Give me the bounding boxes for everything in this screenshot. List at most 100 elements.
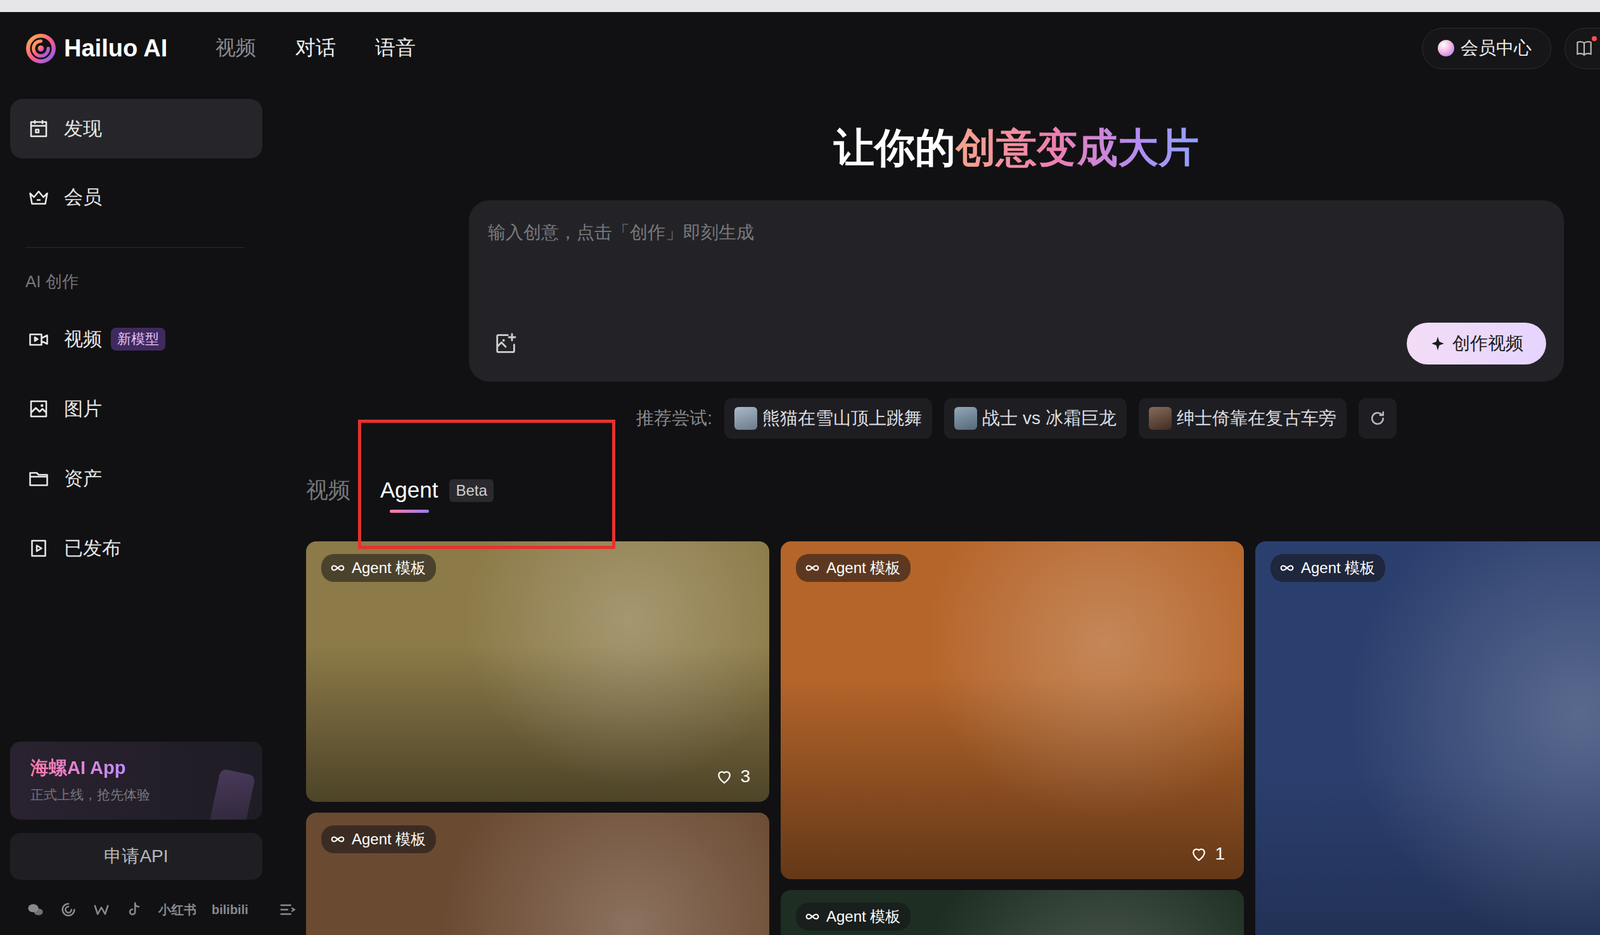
- prompt-box[interactable]: 输入创意，点击「创作」即刻生成创作视频: [468, 200, 1564, 382]
- infinity-icon: [803, 907, 822, 926]
- agent-template-label: Agent 模板: [826, 557, 901, 578]
- sidebar-item-icon: [27, 467, 51, 490]
- heart-icon: [1189, 844, 1209, 864]
- like-number: 1: [1214, 843, 1225, 864]
- gem-icon: [1437, 39, 1455, 57]
- social-text-logo[interactable]: 小红书: [158, 901, 197, 919]
- notification-button[interactable]: [1564, 27, 1600, 70]
- sidebar-item[interactable]: 图片: [10, 378, 263, 439]
- template-card[interactable]: Agent 模板: [306, 812, 770, 935]
- template-card[interactable]: Agent 模板 3: [306, 541, 770, 802]
- suggestion-chip[interactable]: 绅士倚靠在复古车旁: [1138, 397, 1347, 439]
- prompt-toolbar: 创作视频: [487, 322, 1547, 365]
- highlight-annotation: [358, 419, 616, 549]
- sidebar-item[interactable]: 已发布: [10, 518, 263, 578]
- promo-subtitle: 正式上线，抢先体验: [30, 785, 243, 804]
- nav-item[interactable]: 视频: [215, 34, 256, 63]
- suggestion-chip[interactable]: 熊猫在雪山顶上跳舞: [724, 397, 933, 439]
- nav-item[interactable]: 对话: [295, 34, 336, 63]
- prompt-input[interactable]: 输入创意，点击「创作」即刻生成: [487, 221, 1547, 244]
- sidebar-item[interactable]: 发现: [10, 98, 263, 159]
- card-grid: Agent 模板3Agent 模板Agent 模板1Agent 模板Agent …: [306, 541, 1600, 935]
- logo[interactable]: Hailuo AI: [24, 32, 168, 65]
- feed-tab-label: Agent: [380, 476, 438, 504]
- suggestion-chip[interactable]: 战士 vs 冰霜巨龙: [944, 397, 1127, 439]
- card-column: Agent 模板: [1255, 541, 1600, 935]
- card-column: Agent 模板 3 Agent 模板: [306, 541, 770, 935]
- template-card[interactable]: Agent 模板: [780, 889, 1244, 935]
- suggestion-text: 熊猫在雪山顶上跳舞: [762, 406, 922, 431]
- top-nav: 视频 对话 语音: [215, 34, 416, 63]
- agent-template-tag: Agent 模板: [321, 553, 436, 582]
- like-count[interactable]: 3: [714, 766, 751, 787]
- create-video-button[interactable]: 创作视频: [1406, 322, 1547, 365]
- tiktok-icon[interactable]: [125, 900, 144, 919]
- suggestion-thumbnail: [734, 406, 758, 430]
- agent-template-label: Agent 模板: [1300, 557, 1376, 578]
- app-promo-card[interactable]: 海螺AI App正式上线，抢先体验: [10, 741, 263, 820]
- sidebar-item[interactable]: 资产: [10, 448, 263, 509]
- template-card[interactable]: Agent 模板: [1255, 541, 1600, 935]
- agent-template-tag: Agent 模板: [321, 825, 436, 853]
- book-icon: [1574, 38, 1595, 59]
- feed-tab-body: Agent: [380, 476, 438, 513]
- sidebar-item-icon: [27, 397, 51, 421]
- menu-icon[interactable]: [278, 900, 297, 919]
- nav-item[interactable]: 语音: [375, 34, 416, 63]
- phone-illustration: [208, 768, 256, 820]
- sidebar-section-group: 视频新模型图片资产已发布: [10, 309, 263, 578]
- agent-template-label: Agent 模板: [826, 906, 901, 927]
- sidebar-divider: [25, 247, 245, 248]
- like-count[interactable]: 1: [1189, 843, 1225, 864]
- feed-tab-body: 视频: [306, 476, 351, 513]
- wechat-icon[interactable]: [26, 900, 45, 919]
- hero-title-highlight: 创意变成大片: [955, 124, 1199, 171]
- feed-tab[interactable]: 视频: [306, 476, 351, 513]
- feed-tab[interactable]: AgentBeta: [380, 476, 494, 513]
- refresh-button[interactable]: [1358, 397, 1397, 439]
- suggestion-thumbnail: [954, 406, 978, 430]
- sidebar-item-icon: [27, 327, 51, 351]
- sidebar-item-label: 发现: [64, 115, 103, 142]
- like-number: 3: [740, 766, 751, 787]
- hero-title-plain: 让你的: [833, 124, 956, 171]
- refresh-icon: [1368, 408, 1388, 428]
- social-links: 小红书 bilibili: [10, 897, 263, 921]
- infinity-icon: [803, 558, 822, 577]
- swirl-logo-icon: [24, 32, 58, 65]
- sidebar-main-group: 发现会员: [10, 98, 263, 227]
- sidebar-section-title: AI 创作: [25, 270, 263, 293]
- sidebar-item-label: 会员: [64, 184, 103, 211]
- sidebar-item[interactable]: 会员: [10, 167, 263, 227]
- browser-strip: [0, 0, 1600, 13]
- agent-template-tag: Agent 模板: [1270, 553, 1386, 582]
- sidebar-item[interactable]: 视频新模型: [10, 309, 263, 369]
- main-inner: 让你的创意变成大片输入创意，点击「创作」即刻生成创作视频推荐尝试:熊猫在雪山顶上…: [262, 84, 1600, 935]
- social-text-logo[interactable]: bilibili: [211, 902, 249, 917]
- top-header: Hailuo AI 视频 对话 语音 会员中心: [0, 12, 1600, 85]
- image-upload-icon[interactable]: [492, 330, 519, 357]
- template-card[interactable]: Agent 模板 1: [780, 541, 1244, 879]
- api-button[interactable]: 申请API: [10, 832, 263, 880]
- swirl-icon[interactable]: [59, 900, 78, 919]
- agent-template-label: Agent 模板: [351, 557, 426, 578]
- member-center-label: 会员中心: [1460, 36, 1532, 61]
- card-column: Agent 模板 1 Agent 模板: [780, 541, 1244, 935]
- sidebar-item-label: 视频: [64, 326, 103, 353]
- logo-text: Hailuo AI: [64, 34, 168, 63]
- agent-template-tag: Agent 模板: [795, 902, 911, 931]
- infinity-icon: [328, 558, 347, 577]
- app-root: Hailuo AI 视频 对话 语音 会员中心发现会员 AI 创作视频新模型图片资产已发布…: [0, 0, 1600, 935]
- sidebar-item-label: 图片: [64, 396, 103, 423]
- sidebar-item-icon: [27, 117, 51, 141]
- sidebar-item-label: 资产: [64, 465, 103, 492]
- create-video-label: 创作视频: [1452, 331, 1524, 356]
- suggestion-thumbnail: [1148, 406, 1172, 430]
- sidebar: 发现会员 AI 创作视频新模型图片资产已发布海螺AI App正式上线，抢先体验申请…: [0, 84, 263, 935]
- agent-template-label: Agent 模板: [351, 828, 426, 850]
- sidebar-item-icon: [27, 185, 51, 209]
- suggestion-text: 绅士倚靠在复古车旁: [1176, 406, 1337, 431]
- weibo-icon[interactable]: [92, 900, 111, 919]
- member-center-button[interactable]: 会员中心: [1421, 27, 1552, 70]
